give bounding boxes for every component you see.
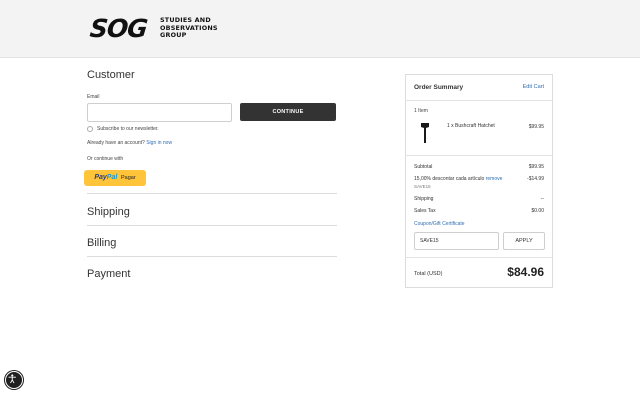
sog-logo[interactable]: SOG STUDIES AND OBSERVATIONS GROUP [88,14,220,43]
items-count: 1 Item [414,108,428,114]
total-value: $84.96 [507,265,544,279]
continue-button[interactable]: CONTINUE [240,103,336,121]
divider [87,256,337,257]
accessibility-icon [8,374,17,384]
logo-mark: SOG [88,14,149,43]
shipping-label: Shipping [414,196,434,202]
paypal-logo: PayPal [94,174,117,181]
discount-label: 15,00% descontar cada artículo [414,176,485,182]
coupon-link[interactable]: Coupon/Gift Certificate [414,221,465,227]
already-account-text: Already have an account? Sign in now [87,140,172,146]
apply-button[interactable]: APPLY [503,232,545,250]
product-name: 1 x Bushcraft Hatchet [447,123,495,129]
discount-code: SAVE15 [414,184,431,189]
product-price: $99.95 [528,124,544,130]
discount-row: 15,00% descontar cada artículo remove [414,176,502,182]
paypal-pay: Pay [94,174,107,181]
divider [87,225,337,226]
remove-discount-link[interactable]: remove [486,176,503,182]
newsletter-checkbox[interactable] [87,126,93,132]
divider [406,155,552,156]
discount-value: -$14.99 [527,176,544,182]
logo-tagline: STUDIES AND OBSERVATIONS GROUP [160,16,230,40]
edit-cart-link[interactable]: Edit Cart [523,84,544,90]
logo-line-3: GROUP [160,31,187,40]
or-continue-text: Or continue with [87,156,124,162]
newsletter-label: Subscribe to our newsletter. [97,126,159,132]
coupon-input[interactable] [414,232,499,250]
email-label: Email [87,94,100,100]
step-shipping[interactable]: Shipping [87,206,130,218]
subtotal-value: $99.95 [528,164,544,170]
subtotal-label: Subtotal [414,164,433,170]
step-payment[interactable]: Payment [87,268,130,280]
divider [87,193,337,194]
divider [406,257,552,258]
paypal-button[interactable]: PayPal Pagar [84,170,146,186]
sign-in-link[interactable]: Sign in now [146,140,172,146]
customer-title: Customer [87,69,135,81]
order-summary-title: Order Summary [414,84,464,91]
shipping-value: -- [540,196,544,202]
email-input[interactable] [87,103,232,122]
total-label: Total (USD) [414,271,443,277]
paypal-pal: Pal [106,174,118,181]
hatchet-icon [421,123,429,143]
divider [406,100,552,101]
order-summary: Order Summary Edit Cart 1 Item 1 x Bushc… [405,74,553,288]
tax-value: $0.00 [531,208,544,214]
paypal-pagar: Pagar [120,175,136,181]
already-account-label: Already have an account? [87,140,145,146]
step-billing[interactable]: Billing [87,237,116,249]
tax-label: Sales Tax [414,208,436,214]
site-header: SOG STUDIES AND OBSERVATIONS GROUP [0,0,640,58]
accessibility-button[interactable] [5,371,23,389]
